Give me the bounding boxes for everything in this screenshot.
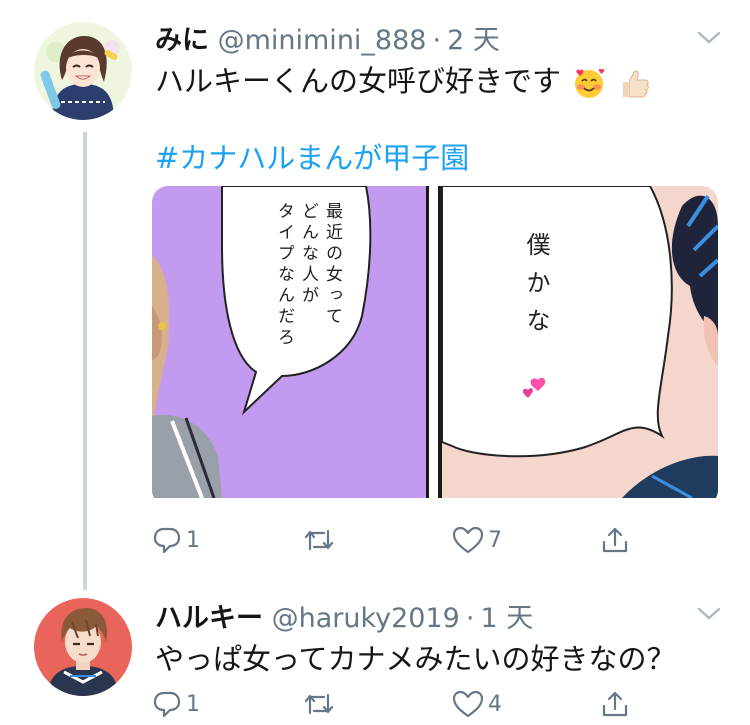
share-icon: [602, 527, 628, 553]
avatar-image-haruky: [34, 598, 132, 696]
tweet2-separator: ·: [465, 603, 475, 634]
tweet2-reply-button[interactable]: 1: [152, 686, 200, 722]
tweet1-header: みに @minimini_888 · 2 天: [155, 18, 500, 57]
reply-icon: [153, 691, 181, 718]
tweet1-text-line: ハルキーくんの女呼び好きです: [155, 58, 651, 100]
thumbs-up-icon: [623, 70, 650, 98]
speech-line-1: 最近の女って: [322, 202, 342, 328]
tweet2-chevron-down-icon[interactable]: [696, 606, 722, 622]
tweet1-like-button[interactable]: 7: [452, 522, 502, 558]
reply-icon: [153, 527, 181, 554]
heart-icon: [452, 690, 484, 718]
tweet2-handle[interactable]: @haruky2019: [272, 603, 460, 634]
tweet1-display-name[interactable]: みに: [155, 25, 209, 56]
left-speech-bubble-text: 最近の女って どんな人が タイプなんだろ: [272, 202, 344, 349]
thread-connector-line: [83, 132, 87, 590]
tweet2-like-button[interactable]: 4: [452, 686, 502, 722]
tweet2-header: ハルキー @haruky2019 · 1 天: [155, 596, 533, 635]
tweet2-action-bar: 1 4: [152, 686, 672, 722]
tweet1-hashtag-link[interactable]: #カナハルまんが甲子園: [155, 135, 469, 177]
tweet2-retweet-button[interactable]: [302, 686, 340, 722]
tweet2-display-name[interactable]: ハルキー: [155, 603, 263, 634]
tweet1-chevron-down-icon[interactable]: [696, 30, 722, 46]
tweet1-reply-count: 1: [186, 527, 200, 553]
smiling-face-with-hearts-icon: [575, 68, 605, 98]
right-speech-bubble-text: 僕かな: [522, 232, 550, 346]
manga-panels-image: [152, 186, 718, 506]
tweet1-separator: ·: [432, 25, 442, 56]
share-icon: [602, 691, 628, 717]
heart-icon: [452, 526, 484, 554]
avatar-image-mini: [34, 22, 132, 120]
tweet2-text: やっぱ女ってカナメみたいの好きなの？: [155, 642, 676, 676]
tweet1-media-image[interactable]: 最近の女って どんな人が タイプなんだろ 僕かな: [152, 186, 718, 506]
tweet1-share-button[interactable]: [600, 522, 630, 558]
avatar-haruky[interactable]: [34, 598, 132, 696]
tweet2-timestamp[interactable]: 1 天: [480, 603, 533, 634]
tweet2-share-button[interactable]: [600, 686, 630, 722]
retweet-icon: [304, 693, 334, 715]
tweet1-retweet-button[interactable]: [302, 522, 340, 558]
tweet2-like-count: 4: [488, 691, 502, 717]
tweet1-text: ハルキーくんの女呼び好きです: [155, 64, 562, 98]
tweet1-timestamp[interactable]: 2 天: [447, 25, 500, 56]
tweet1-like-count: 7: [488, 527, 502, 553]
speech-line-3: タイプなんだろ: [274, 202, 294, 349]
tweet1-reply-button[interactable]: 1: [152, 522, 200, 558]
speech-line-2: どんな人が: [298, 202, 318, 307]
tweet1-action-bar: 1 7: [152, 522, 672, 558]
tweet1-handle[interactable]: @minimini_888: [218, 25, 427, 56]
retweet-icon: [304, 529, 334, 551]
avatar-mini[interactable]: [34, 22, 132, 120]
tweet2-reply-count: 1: [186, 691, 200, 717]
